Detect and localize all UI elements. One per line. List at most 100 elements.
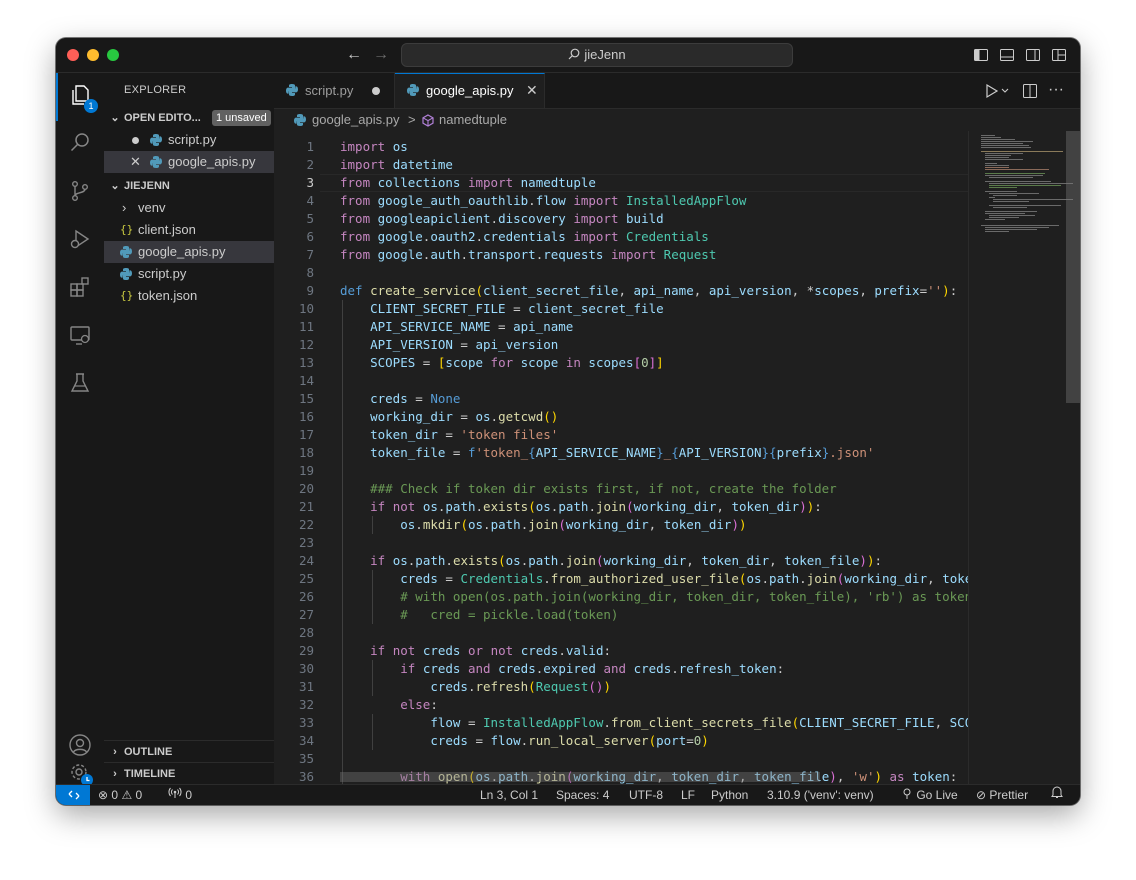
code-line[interactable]: if creds and creds.expired and creds.ref… — [340, 660, 784, 678]
python-interpreter[interactable]: 3.10.9 ('venv': venv) — [767, 785, 874, 805]
line-number: 27 — [298, 607, 314, 622]
code-line[interactable]: creds = Credentials.from_authorized_user… — [340, 570, 968, 588]
json-file-icon: {} — [120, 289, 134, 302]
error-count: 0 — [111, 788, 119, 802]
toggle-panel-icon[interactable] — [999, 47, 1015, 63]
line-number: 25 — [298, 571, 314, 586]
problems-button[interactable]: ⊗ 0 ⚠ 0 — [98, 785, 142, 805]
unsaved-dot-icon — [132, 137, 139, 144]
code-line[interactable]: token_dir = 'token files' — [340, 426, 558, 444]
explorer-activity-button[interactable]: 1 — [56, 73, 104, 121]
close-tab-icon[interactable]: ✕ — [526, 74, 538, 107]
horizontal-scrollbar[interactable] — [340, 772, 820, 782]
code-line[interactable]: if os.path.exists(os.path.join(working_d… — [340, 552, 882, 570]
line-number: 2 — [306, 157, 314, 172]
back-arrow-icon[interactable]: ← — [346, 45, 362, 65]
json-file-icon: {} — [120, 223, 134, 236]
end-of-line[interactable]: LF — [681, 785, 695, 805]
customize-layout-icon[interactable] — [1051, 47, 1067, 63]
line-number: 14 — [298, 373, 314, 388]
split-editor-button[interactable] — [1022, 83, 1038, 99]
warning-icon: ⚠ — [121, 788, 133, 802]
go-live-button[interactable]: Go Live — [901, 785, 958, 805]
breadcrumb-symbol[interactable]: namedtuple — [439, 109, 507, 131]
code-line[interactable]: flow = InstalledAppFlow.from_client_secr… — [340, 714, 968, 732]
vertical-scrollbar[interactable] — [1066, 131, 1080, 403]
remote-explorer-activity-button[interactable] — [56, 313, 104, 361]
line-number: 11 — [298, 319, 314, 334]
code-line[interactable]: from google.auth.transport.requests impo… — [340, 246, 716, 264]
toggle-secondary-sidebar-icon[interactable] — [1025, 47, 1041, 63]
language-mode[interactable]: Python — [711, 785, 748, 805]
run-debug-activity-button[interactable] — [56, 217, 104, 265]
code-line[interactable]: from collections import namedtuple — [340, 174, 596, 192]
line-number: 3 — [306, 175, 314, 190]
toggle-primary-sidebar-icon[interactable] — [973, 47, 989, 63]
code-line[interactable]: token_file = f'token_{API_SERVICE_NAME}_… — [340, 444, 874, 462]
error-icon: ⊗ — [98, 788, 109, 802]
tree-item-label: venv — [138, 200, 166, 215]
code-line[interactable]: from googleapiclient.discovery import bu… — [340, 210, 664, 228]
ports-button[interactable]: 0 — [168, 785, 192, 805]
remote-explorer-icon — [68, 323, 92, 352]
code-line[interactable]: creds = None — [340, 390, 460, 408]
maximize-window-button[interactable] — [107, 49, 119, 61]
code-line[interactable]: def create_service(client_secret_file, a… — [340, 282, 957, 300]
line-number: 9 — [306, 283, 314, 298]
code-line[interactable]: CLIENT_SECRET_FILE = client_secret_file — [340, 300, 664, 318]
line-number: 10 — [298, 301, 314, 316]
extensions-activity-button[interactable] — [56, 265, 104, 313]
tab-google-apis-py[interactable]: google_apis.py ✕ — [395, 73, 545, 108]
search-activity-button[interactable] — [56, 121, 104, 169]
minimap[interactable] — [968, 131, 1080, 784]
sidebar-title: EXPLORER — [124, 84, 187, 96]
breadcrumb-file[interactable]: google_apis.py — [312, 109, 399, 131]
unsaved-dot-icon[interactable] — [372, 87, 380, 95]
code-line[interactable]: creds = flow.run_local_server(port=0) — [340, 732, 709, 750]
line-number: 23 — [298, 535, 314, 550]
testing-activity-button[interactable] — [56, 361, 104, 409]
code-line[interactable]: from google_auth_oauthlib.flow import In… — [340, 192, 746, 210]
line-number: 30 — [298, 661, 314, 676]
code-line[interactable]: working_dir = os.getcwd() — [340, 408, 558, 426]
code-line[interactable]: if not os.path.exists(os.path.join(worki… — [340, 498, 822, 516]
chevron-right-icon: › — [113, 768, 117, 780]
code-line[interactable]: creds.refresh(Request()) — [340, 678, 611, 696]
broadcast-icon — [168, 787, 185, 802]
close-window-button[interactable] — [67, 49, 79, 61]
code-line[interactable]: # with open(os.path.join(working_dir, to… — [340, 588, 968, 606]
code-line[interactable]: os.mkdir(os.path.join(working_dir, token… — [340, 516, 746, 534]
code-line[interactable]: API_SERVICE_NAME = api_name — [340, 318, 573, 336]
more-editor-actions-icon[interactable]: ··· — [1048, 82, 1064, 99]
prettier-button[interactable]: ⊘ Prettier — [976, 785, 1028, 805]
manage-activity-button[interactable] — [56, 764, 104, 786]
code-line[interactable]: # cred = pickle.load(token) — [340, 606, 618, 624]
remote-indicator-button[interactable] — [56, 785, 90, 805]
status-bar: ⊗ 0 ⚠ 0 0 Ln 3, Col 1 Spaces: 4 UTF-8 LF… — [56, 784, 1080, 805]
forward-arrow-icon[interactable]: → — [373, 45, 389, 65]
code-line[interactable]: SCOPES = [scope for scope in scopes[0]] — [340, 354, 664, 372]
code-line[interactable]: else: — [340, 696, 438, 714]
line-number: 34 — [298, 733, 314, 748]
tab-script-py[interactable]: script.py — [274, 73, 395, 108]
explorer-badge: 1 — [84, 99, 98, 113]
code-line[interactable]: if not creds or not creds.valid: — [340, 642, 611, 660]
breadcrumb-separator: > — [408, 112, 416, 127]
run-python-button[interactable] — [984, 83, 1012, 99]
line-number: 1 — [306, 139, 314, 154]
code-line[interactable]: API_VERSION = api_version — [340, 336, 558, 354]
code-editor[interactable]: 1 import os 2 import datetime 3 from collecti… — [274, 131, 968, 784]
minimize-window-button[interactable] — [87, 49, 99, 61]
code-line[interactable]: ### Check if token dir exists first, if … — [340, 480, 837, 498]
cursor-position[interactable]: Ln 3, Col 1 — [480, 785, 538, 805]
source-control-activity-button[interactable] — [56, 169, 104, 217]
go-live-icon — [901, 788, 916, 802]
command-center-search[interactable]: jieJenn — [401, 43, 793, 67]
code-line[interactable]: import datetime — [340, 156, 453, 174]
notifications-button[interactable] — [1051, 785, 1063, 805]
code-line[interactable]: import os — [340, 138, 408, 156]
code-line[interactable]: from google.oauth2.credentials import Cr… — [340, 228, 709, 246]
close-editor-icon[interactable]: ✕ — [130, 151, 141, 173]
indentation[interactable]: Spaces: 4 — [556, 785, 609, 805]
encoding[interactable]: UTF-8 — [629, 785, 663, 805]
